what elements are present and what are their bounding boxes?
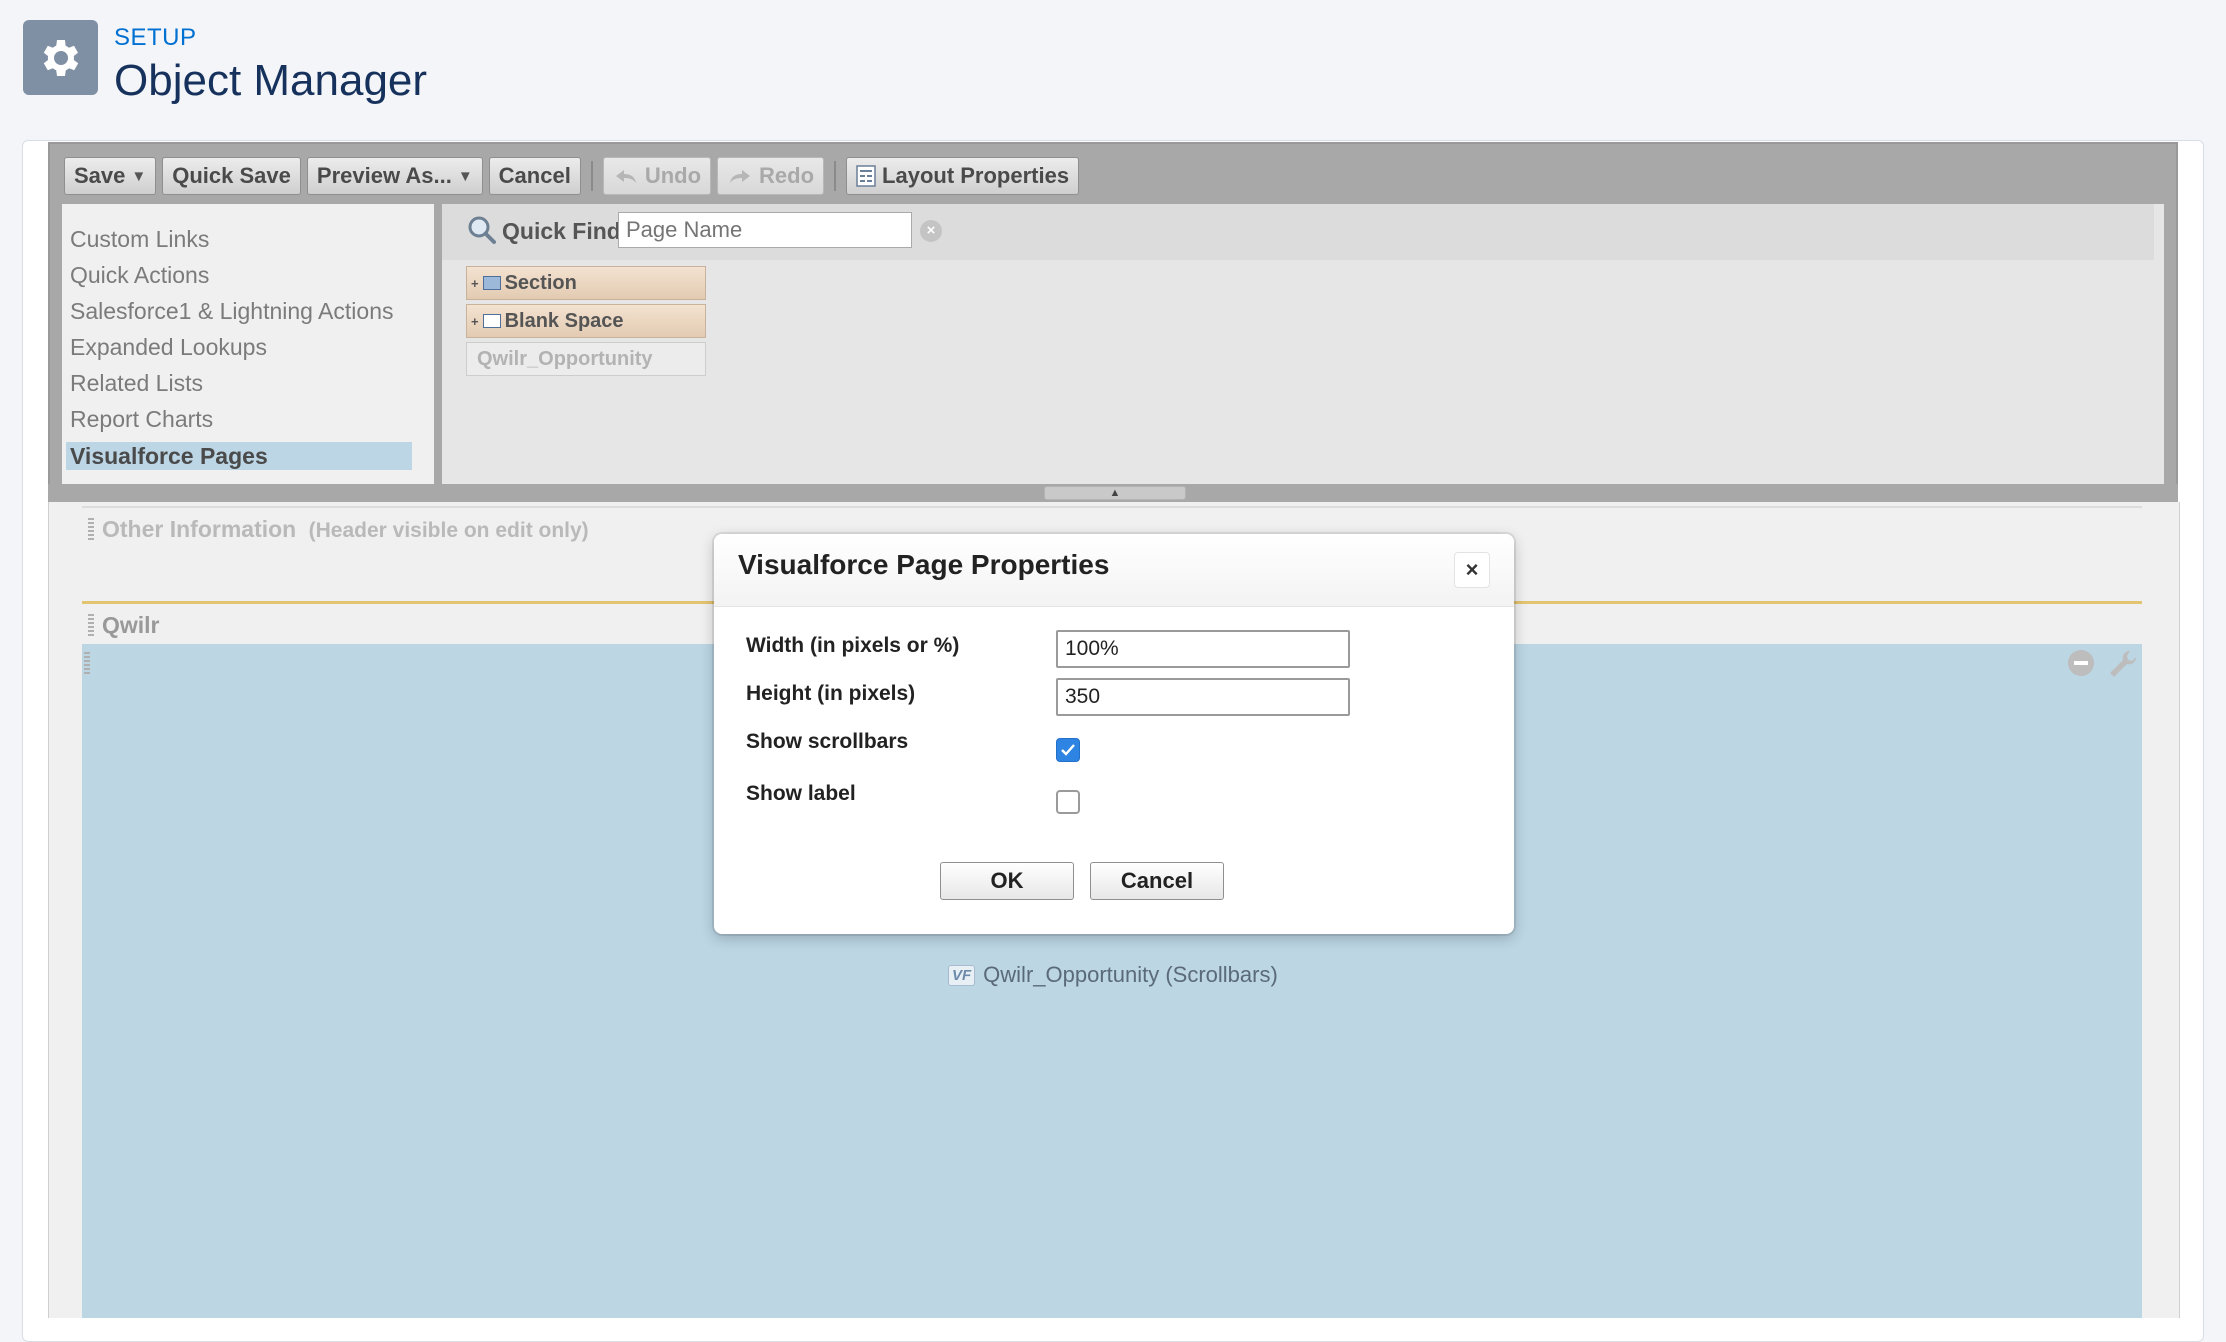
- dialog-title: Visualforce Page Properties: [738, 549, 1110, 580]
- undo-label: Undo: [644, 163, 702, 188]
- section-note: (Header visible on edit only): [308, 519, 589, 542]
- layout-properties-button[interactable]: Layout Properties: [846, 157, 1080, 195]
- undo-icon: [615, 170, 636, 183]
- toolbar-divider: [834, 161, 837, 191]
- category-salesforce1-lightning-actions[interactable]: Salesforce1 & Lightning Actions: [70, 298, 393, 325]
- checkmark-icon: [1061, 744, 1075, 756]
- undo-button[interactable]: Undo: [602, 157, 712, 195]
- height-input[interactable]: [1056, 678, 1350, 716]
- remove-icon[interactable]: [2068, 650, 2094, 676]
- visualforce-page-properties-dialog: Visualforce Page Properties × Width (in …: [714, 534, 1514, 934]
- setup-gear-icon: [23, 20, 98, 95]
- chevron-down-icon: ▼: [457, 167, 473, 185]
- search-icon: [468, 216, 496, 244]
- category-custom-links[interactable]: Custom Links: [70, 226, 209, 253]
- height-label: Height (in pixels): [746, 682, 916, 705]
- layout-properties-icon: [856, 165, 876, 187]
- quick-find-label: Quick Find: [502, 218, 621, 244]
- palette-item-blank-space-label: Blank Space: [504, 309, 624, 332]
- drag-handle-icon[interactable]: [88, 518, 94, 540]
- toolbar-divider: [590, 161, 593, 191]
- close-icon[interactable]: ×: [1454, 552, 1490, 588]
- show-label-checkbox[interactable]: [1056, 790, 1080, 814]
- redo-label: Redo: [759, 163, 815, 188]
- width-input[interactable]: [1056, 630, 1350, 668]
- section-title: Other Information: [102, 516, 297, 542]
- preview-as-button[interactable]: Preview As... ▼: [306, 157, 483, 195]
- drag-handle-icon[interactable]: [88, 614, 94, 636]
- add-plus-icon: +: [471, 275, 479, 291]
- ok-button[interactable]: OK: [940, 862, 1074, 900]
- layout-properties-label: Layout Properties: [882, 163, 1070, 188]
- category-expanded-lookups[interactable]: Expanded Lookups: [70, 334, 267, 361]
- palette-item-vf-page[interactable]: Qwilr_Opportunity: [466, 342, 706, 376]
- redo-button[interactable]: Redo: [717, 157, 825, 195]
- redo-icon: [730, 170, 751, 183]
- section-qwilr[interactable]: Qwilr: [102, 612, 160, 639]
- palette-items-panel: Quick Find × + Section + Blank Space Qwi…: [442, 204, 2164, 484]
- save-button[interactable]: Save ▼: [64, 157, 157, 195]
- wrench-icon[interactable]: [2106, 648, 2140, 680]
- clear-search-icon[interactable]: ×: [920, 220, 942, 242]
- add-plus-icon: +: [471, 313, 479, 329]
- palette-item-section-label: Section: [504, 271, 577, 294]
- preview-as-label: Preview As...: [316, 163, 452, 188]
- vf-page-field[interactable]: VF Qwilr_Opportunity (Scrollbars): [948, 962, 1278, 988]
- show-scrollbars-label: Show scrollbars: [746, 730, 909, 753]
- palette-item-section[interactable]: + Section: [466, 266, 706, 300]
- layout-toolbar: Save ▼ Quick Save Preview As... ▼ Cancel…: [64, 156, 1080, 196]
- page-title: Object Manager: [114, 56, 428, 105]
- section-divider: [82, 506, 2142, 508]
- vf-page-field-label: Qwilr_Opportunity (Scrollbars): [983, 962, 1278, 987]
- blank-space-icon: [482, 314, 501, 328]
- save-label: Save: [74, 163, 126, 188]
- vf-icon: VF: [948, 964, 976, 986]
- drag-handle-icon[interactable]: [84, 652, 90, 674]
- width-label: Width (in pixels or %): [746, 634, 960, 657]
- show-label-label: Show label: [746, 782, 856, 805]
- dialog-cancel-button[interactable]: Cancel: [1090, 862, 1224, 900]
- category-quick-actions[interactable]: Quick Actions: [70, 262, 209, 289]
- section-other-information[interactable]: Other Information (Header visible on edi…: [102, 516, 589, 543]
- quick-find-input[interactable]: [618, 212, 912, 248]
- palette-item-blank-space[interactable]: + Blank Space: [466, 304, 706, 338]
- section-icon: [482, 276, 501, 290]
- show-scrollbars-checkbox[interactable]: [1056, 738, 1080, 762]
- collapse-palette-handle[interactable]: ▲: [1044, 486, 1186, 500]
- cancel-button[interactable]: Cancel: [488, 157, 581, 195]
- category-report-charts[interactable]: Report Charts: [70, 406, 213, 433]
- save-dropdown-chevron-icon[interactable]: ▼: [131, 168, 146, 185]
- category-related-lists[interactable]: Related Lists: [70, 370, 203, 397]
- palette-category-list: Custom Links Quick Actions Salesforce1 &…: [62, 204, 434, 484]
- setup-breadcrumb[interactable]: SETUP: [114, 24, 197, 52]
- quick-save-button[interactable]: Quick Save: [162, 157, 301, 195]
- category-visualforce-pages[interactable]: Visualforce Pages: [66, 442, 412, 470]
